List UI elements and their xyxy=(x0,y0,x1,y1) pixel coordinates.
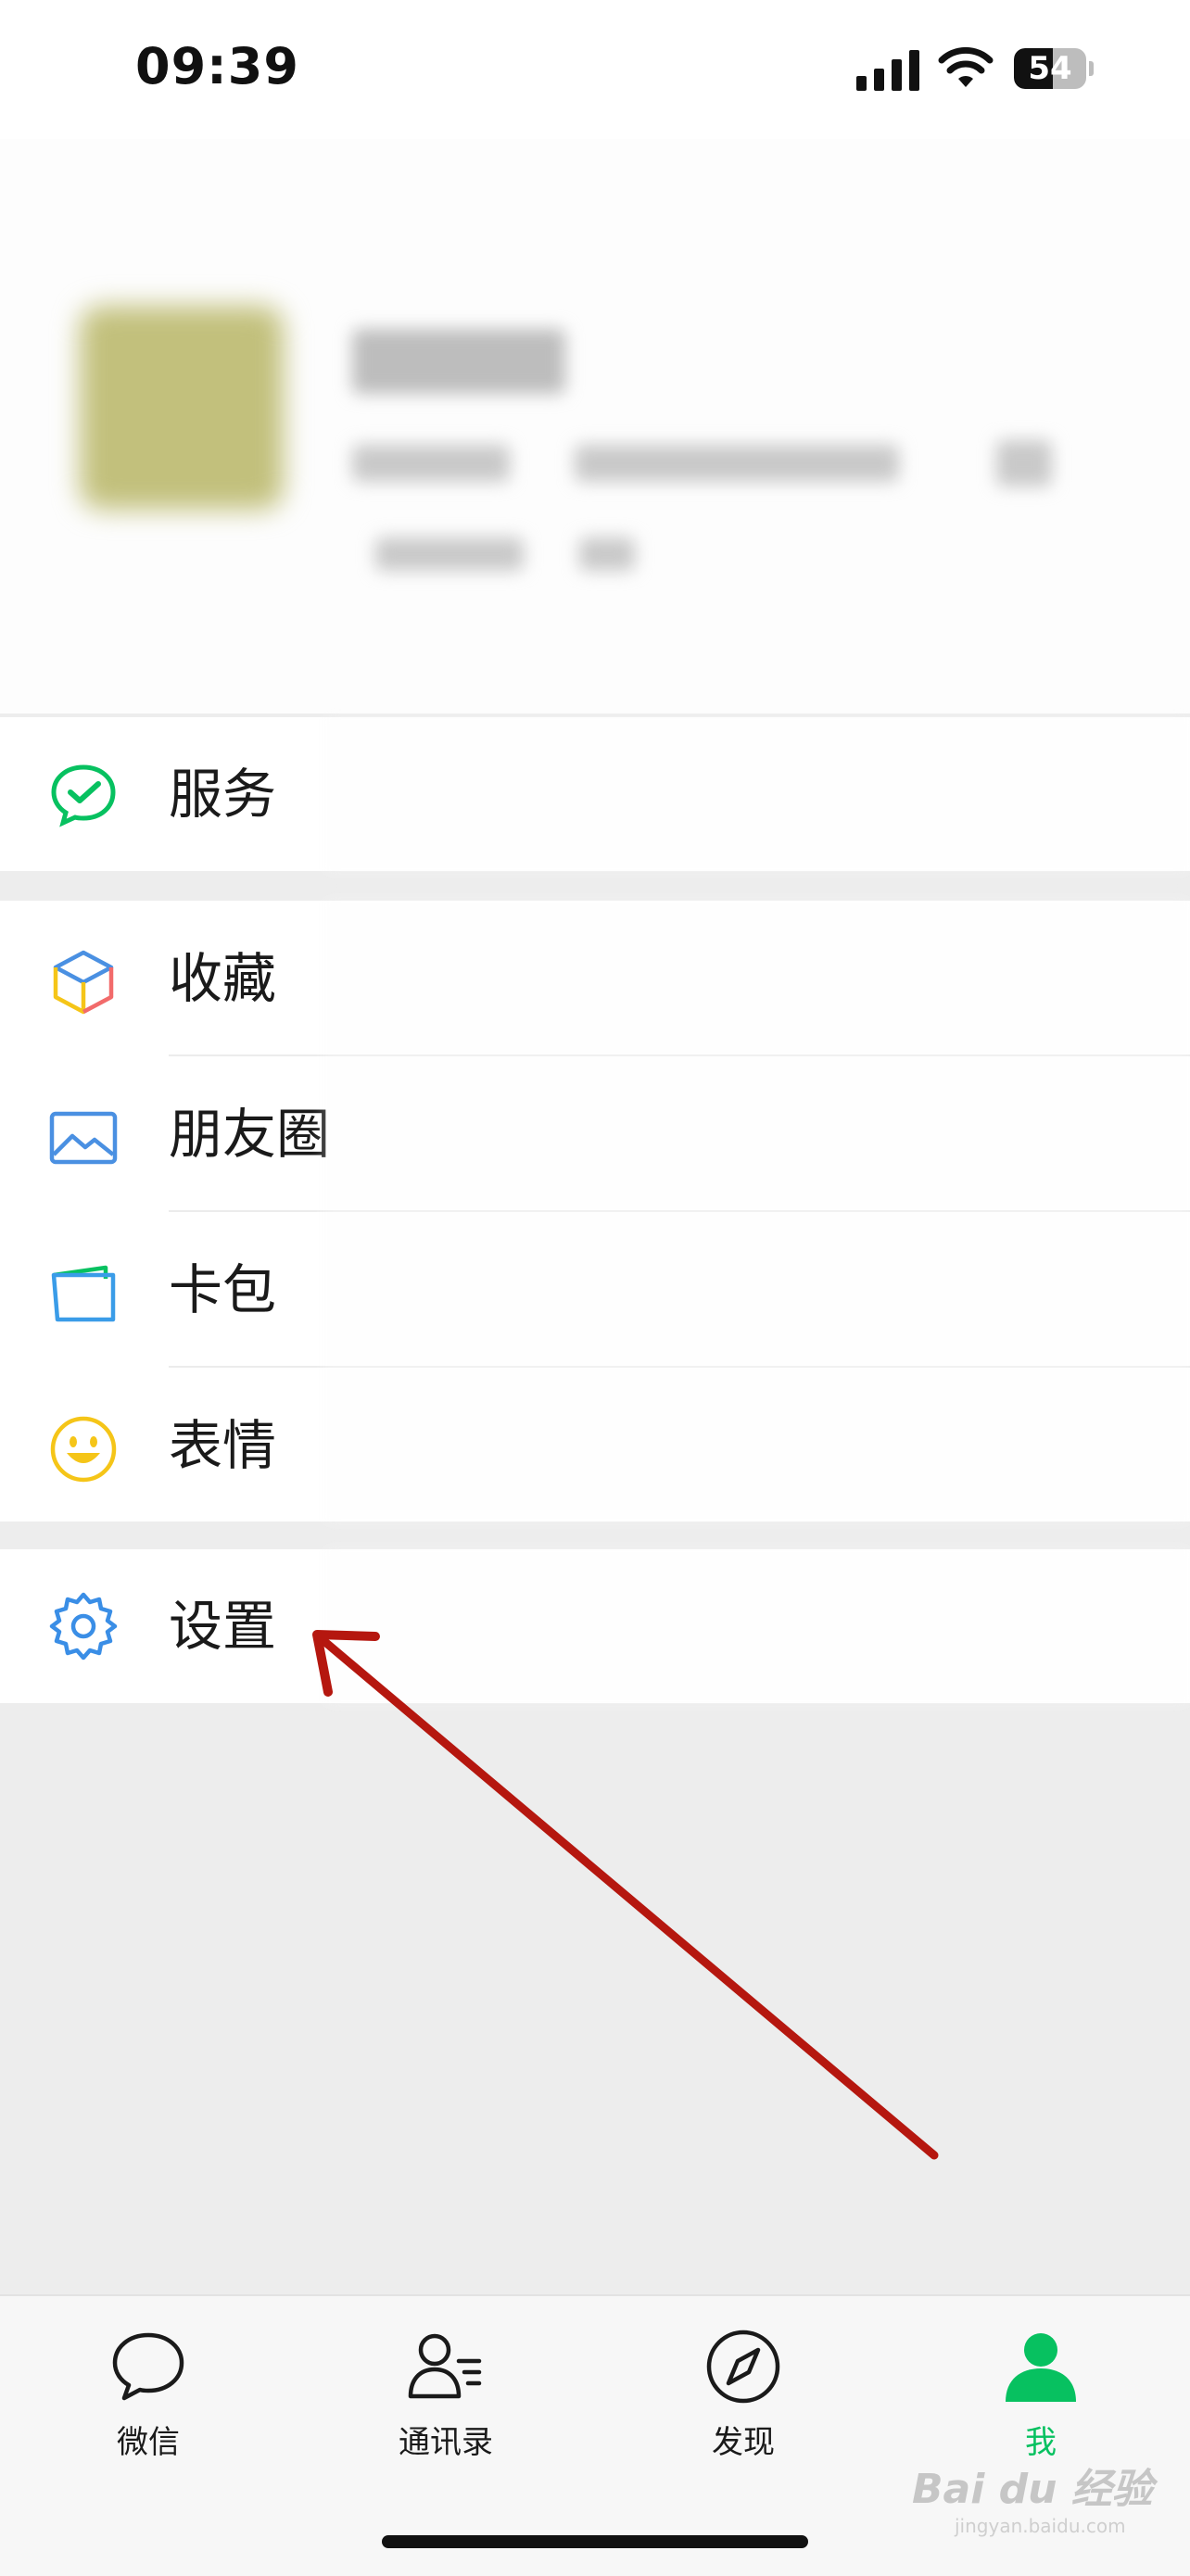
main-group: 收藏 朋友圈 卡包 表情 xyxy=(0,901,1190,1522)
tab-contacts[interactable]: 通讯录 xyxy=(353,2328,538,2461)
status-time: 09:39 xyxy=(135,37,299,95)
profile-id-blurred xyxy=(352,445,510,482)
card-wallet-icon xyxy=(51,1265,116,1322)
smiley-icon xyxy=(50,1416,117,1483)
tab-label: 发现 xyxy=(712,2424,775,2461)
tab-label: 通讯录 xyxy=(399,2424,493,2461)
battery-icon: 54 xyxy=(1014,48,1094,89)
profile-id-value-blurred xyxy=(575,445,899,482)
tab-me[interactable]: 我 xyxy=(948,2328,1133,2461)
profile-header[interactable] xyxy=(0,139,1190,713)
blur-overlay xyxy=(324,901,1190,1522)
wechat-pay-check-icon xyxy=(51,764,116,827)
menu-item-label: 服务 xyxy=(169,763,277,826)
menu-item-label: 收藏 xyxy=(169,947,277,1010)
gear-icon xyxy=(49,1592,118,1661)
settings-group: 设置 xyxy=(0,1549,1190,1703)
tab-label: 微信 xyxy=(117,2424,180,2461)
cube-icon xyxy=(53,950,114,1015)
tab-discover[interactable]: 发现 xyxy=(651,2328,836,2461)
battery-percent: 54 xyxy=(1028,50,1072,87)
home-indicator[interactable] xyxy=(382,2535,808,2548)
contacts-icon xyxy=(408,2333,482,2399)
status-button-blurred[interactable] xyxy=(375,537,524,571)
chat-bubble-icon xyxy=(112,2332,184,2401)
cellular-signal-icon xyxy=(856,50,919,91)
menu-item-label: 设置 xyxy=(169,1595,277,1658)
photo-icon xyxy=(49,1111,118,1165)
baidu-watermark: Bai du 经验 xyxy=(912,2466,1153,2513)
battery-body: 54 xyxy=(1014,48,1086,89)
avatar[interactable] xyxy=(80,306,284,510)
blur-overlay xyxy=(324,1549,1190,1703)
person-icon xyxy=(1006,2333,1076,2402)
menu-item-label: 表情 xyxy=(169,1414,277,1477)
profile-name-blurred xyxy=(352,329,565,394)
compass-icon xyxy=(706,2330,780,2404)
menu-item-service[interactable]: 服务 xyxy=(0,717,1190,871)
service-group: 服务 xyxy=(0,717,1190,871)
menu-item-label: 卡包 xyxy=(169,1258,277,1321)
battery-nub xyxy=(1089,61,1094,76)
qr-code-icon[interactable] xyxy=(996,440,1052,486)
status-bar: 09:39 54 xyxy=(0,0,1190,139)
baidu-watermark-url: jingyan.baidu.com xyxy=(955,2515,1126,2537)
wifi-icon xyxy=(938,46,994,87)
blur-overlay xyxy=(324,717,1190,871)
menu-item-settings[interactable]: 设置 xyxy=(0,1549,1190,1703)
status-extra-blurred xyxy=(579,537,635,571)
menu-item-label: 朋友圈 xyxy=(169,1103,331,1166)
tab-wechat[interactable]: 微信 xyxy=(56,2328,241,2461)
